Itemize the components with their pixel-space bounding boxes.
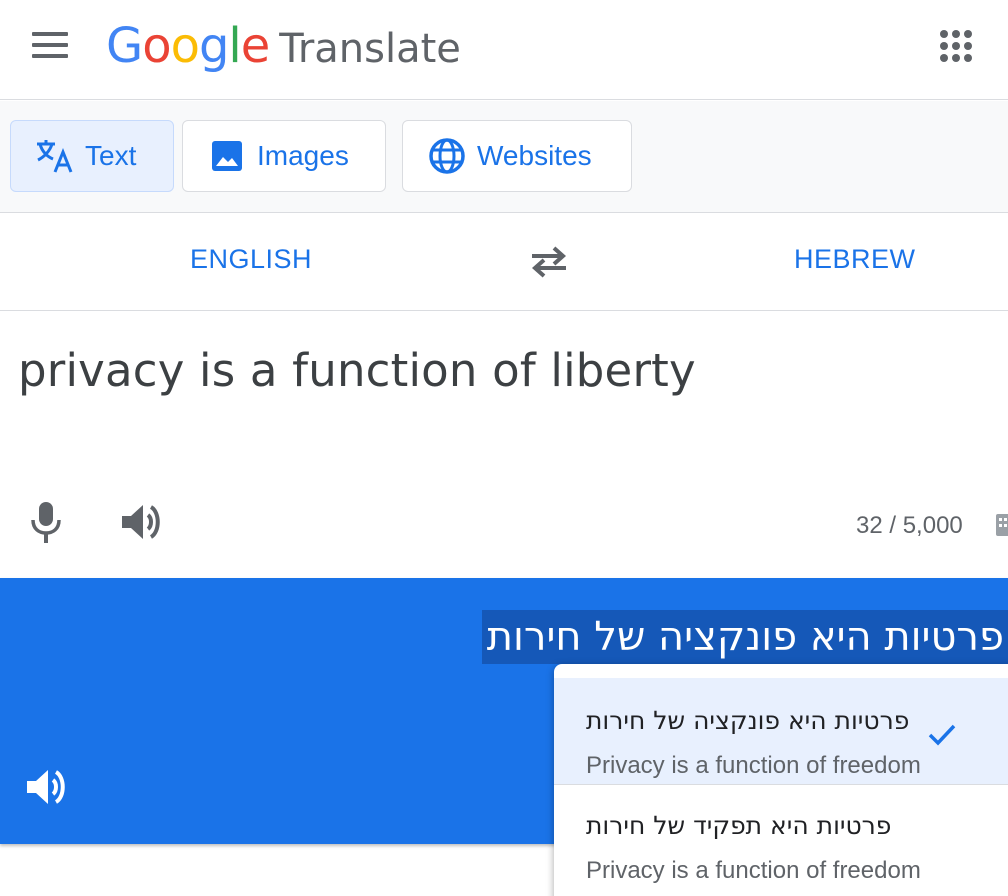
- alternative-translation: פרטיות היא תפקיד של חירות: [586, 811, 892, 840]
- product-name: Translate: [279, 26, 461, 72]
- alternative-option[interactable]: פרטיות היא תפקיד של חירות Privacy is a f…: [554, 785, 1008, 891]
- apps-grid-icon[interactable]: [936, 26, 976, 66]
- globe-icon: [427, 136, 467, 176]
- keyboard-icon[interactable]: [996, 514, 1008, 536]
- alternative-back-translation: Privacy is a function of freedom: [586, 857, 921, 884]
- tab-websites[interactable]: Websites: [402, 120, 632, 192]
- character-count: 32 / 5,000: [856, 512, 963, 539]
- alternatives-popup: פרטיות היא פונקציה של חירות Privacy is a…: [554, 664, 1008, 896]
- google-translate-logo[interactable]: Google Translate: [106, 18, 461, 74]
- language-bar: ENGLISH HEBREW: [0, 214, 1008, 311]
- image-icon: [207, 136, 247, 176]
- mode-tabs: Text Images Websites: [0, 101, 1008, 213]
- alternative-option[interactable]: פרטיות היא פונקציה של חירות Privacy is a…: [554, 678, 1008, 784]
- source-text-input[interactable]: privacy is a function of liberty: [18, 344, 696, 397]
- target-speaker-icon[interactable]: [24, 766, 68, 808]
- alternative-translation: פרטיות היא פונקציה של חירות: [586, 706, 910, 735]
- tab-images[interactable]: Images: [182, 120, 386, 192]
- swap-arrows-icon[interactable]: [526, 242, 572, 282]
- tab-websites-label: Websites: [477, 140, 592, 171]
- alternative-back-translation: Privacy is a function of freedom: [586, 752, 921, 779]
- tab-images-label: Images: [257, 140, 349, 171]
- source-speaker-icon[interactable]: [118, 500, 166, 544]
- target-language-button[interactable]: HEBREW: [794, 244, 916, 275]
- app-header: Google Translate: [0, 0, 1008, 100]
- checkmark-icon: [926, 718, 958, 750]
- translate-icon: [35, 136, 75, 176]
- microphone-icon[interactable]: [26, 498, 66, 546]
- google-logo: Google: [106, 18, 270, 74]
- tab-text[interactable]: Text: [10, 120, 174, 192]
- hamburger-menu-icon[interactable]: [28, 28, 72, 62]
- source-language-button[interactable]: ENGLISH: [190, 244, 312, 275]
- translated-text[interactable]: פרטיות היא פונקציה של חירות: [482, 610, 1008, 664]
- tab-text-label: Text: [85, 140, 137, 171]
